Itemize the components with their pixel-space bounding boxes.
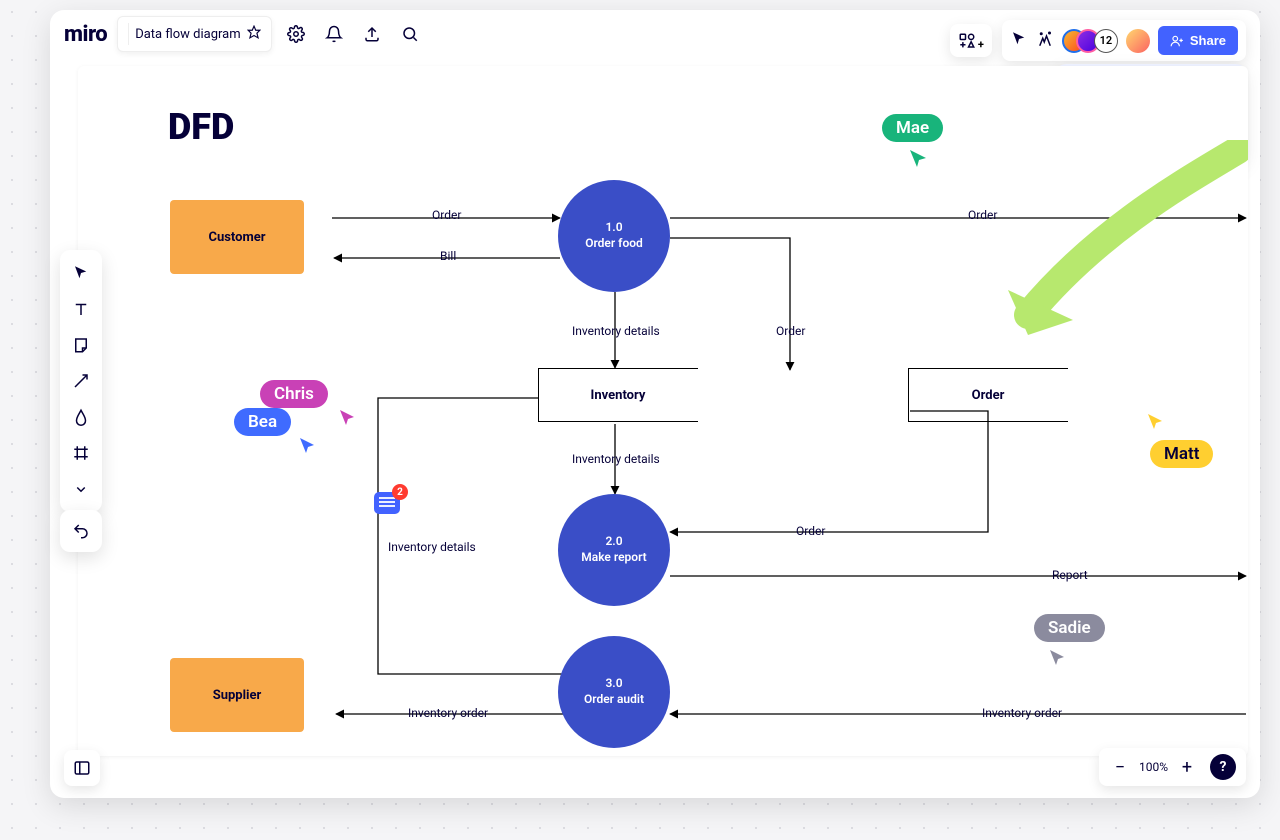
process-1[interactable]: 1.0 Order food <box>558 180 670 292</box>
cursor-icon <box>1146 412 1166 432</box>
flow-label: Inventory details <box>570 452 662 466</box>
presence-pill-matt: Matt <box>1150 440 1213 468</box>
flow-label: Inventory order <box>406 706 490 720</box>
process-2[interactable]: 2.0 Make report <box>558 494 670 606</box>
more-tools[interactable] <box>64 472 98 506</box>
cursor-icon <box>298 436 318 456</box>
zoom-percent[interactable]: 100% <box>1139 760 1168 774</box>
flow-label: Report <box>1050 568 1090 582</box>
flow-label: Order <box>794 524 827 538</box>
cursor-icon <box>338 408 358 428</box>
export-icon[interactable] <box>358 20 386 48</box>
pen-tool[interactable] <box>64 400 98 434</box>
plus-small-icon: + <box>978 38 984 51</box>
sticky-note-tool[interactable] <box>64 328 98 362</box>
comment-count-badge: 2 <box>392 484 408 500</box>
entity-customer[interactable]: Customer <box>170 200 304 274</box>
frame-tool[interactable] <box>64 436 98 470</box>
collab-panel: 12 Share <box>1002 20 1246 61</box>
zoom-out-button[interactable]: − <box>1109 756 1131 778</box>
process-name: Make report <box>581 550 646 566</box>
flow-label: Order <box>430 208 463 222</box>
zoom-controls: − 100% + ? <box>1099 748 1246 786</box>
tool-toolbar <box>60 250 102 512</box>
notifications-icon[interactable] <box>320 20 348 48</box>
cursor-icon <box>908 148 930 170</box>
presence-pill-bea: Bea <box>234 408 291 436</box>
frames-panel-toggle[interactable] <box>64 750 100 786</box>
flow-label: Bill <box>438 249 458 263</box>
board-name: Data flow diagram <box>135 27 240 42</box>
zoom-in-button[interactable]: + <box>1176 756 1198 778</box>
process-name: Order audit <box>584 692 644 708</box>
reactions-icon[interactable] <box>1036 30 1054 52</box>
presence-pill-chris: Chris <box>260 380 328 408</box>
flow-label: Inventory order <box>980 706 1064 720</box>
star-icon[interactable] <box>247 25 261 43</box>
connector-tool[interactable] <box>64 364 98 398</box>
process-id: 1.0 <box>605 220 622 236</box>
presence-pill-mae: Mae <box>882 114 943 142</box>
top-right-cluster: + 12 Share <box>950 20 1246 61</box>
share-label: Share <box>1190 33 1226 48</box>
process-id: 2.0 <box>605 534 622 550</box>
datastore-inventory[interactable]: Inventory <box>538 368 698 422</box>
flow-label: Inventory details <box>386 540 478 554</box>
share-button[interactable]: Share <box>1158 26 1238 55</box>
board-name-tab[interactable]: Data flow diagram <box>117 16 271 52</box>
apps-panel[interactable]: + <box>950 24 992 57</box>
process-name: Order food <box>585 236 643 252</box>
avatar-self[interactable] <box>1126 29 1150 53</box>
divider <box>128 23 129 45</box>
text-tool[interactable] <box>64 292 98 326</box>
flow-label: Order <box>966 208 999 222</box>
presence-pill-sadie: Sadie <box>1034 614 1105 642</box>
apps-icon <box>958 32 976 50</box>
participant-count[interactable]: 12 <box>1094 29 1118 53</box>
diagram-title: DFD <box>168 106 234 148</box>
search-icon[interactable] <box>396 20 424 48</box>
process-3[interactable]: 3.0 Order audit <box>558 636 670 748</box>
datastore-order[interactable]: Order <box>908 368 1068 422</box>
flow-label: Order <box>774 324 807 338</box>
undo-button[interactable] <box>60 510 102 552</box>
comment-indicator[interactable]: 2 <box>374 492 400 514</box>
entity-supplier[interactable]: Supplier <box>170 658 304 732</box>
select-tool[interactable] <box>64 256 98 290</box>
help-button[interactable]: ? <box>1210 754 1236 780</box>
flow-label: Inventory details <box>570 324 662 338</box>
process-id: 3.0 <box>605 676 622 692</box>
cursor-presence-icon[interactable] <box>1010 30 1028 52</box>
cursor-icon <box>1048 648 1068 668</box>
app-frame: miro Data flow diagram + <box>50 10 1260 798</box>
settings-icon[interactable] <box>282 20 310 48</box>
miro-logo: miro <box>64 22 107 47</box>
person-plus-icon <box>1170 34 1184 48</box>
